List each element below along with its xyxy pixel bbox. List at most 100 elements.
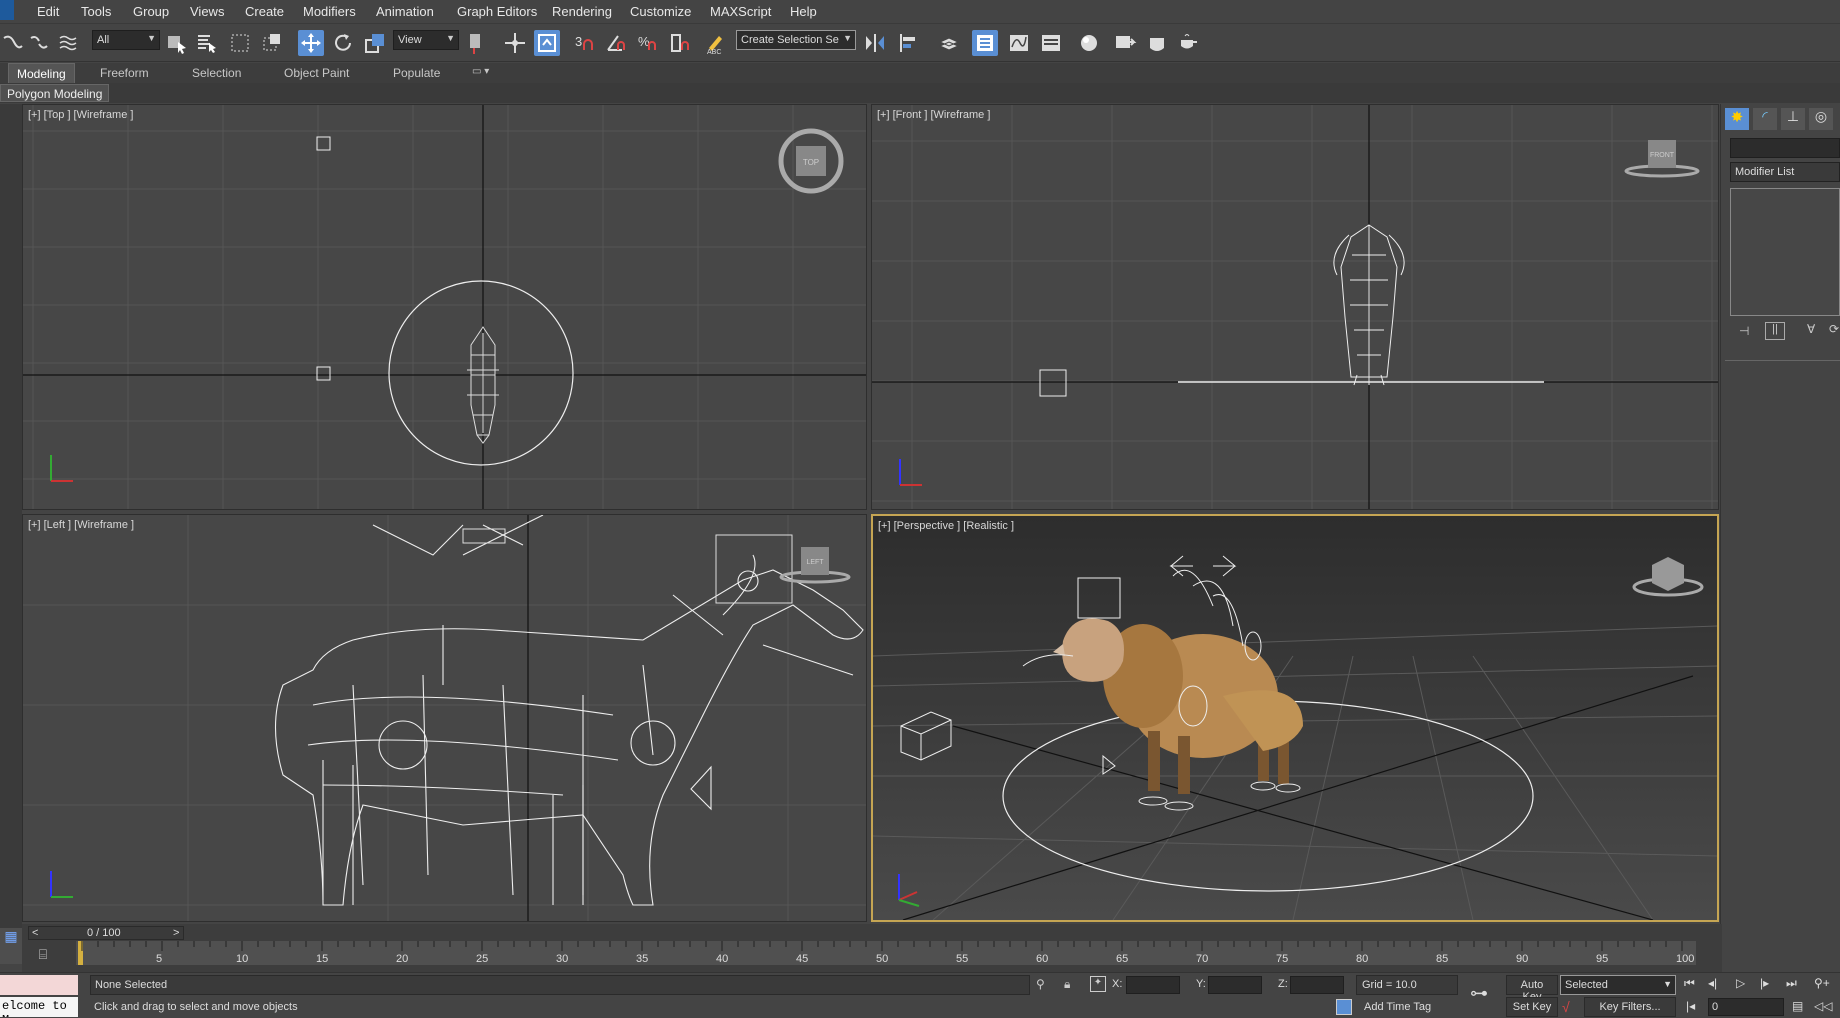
viewport-left[interactable]: LEFT [+] [Left ] [Wireframe ] xyxy=(22,514,867,922)
key-mode-dropdown[interactable]: Selected ▼ xyxy=(1560,975,1676,995)
spinner-snap-icon[interactable] xyxy=(668,30,694,56)
named-selection-sets-dropdown[interactable]: Create Selection Se ▼ xyxy=(736,30,856,50)
time-slider-next[interactable]: > xyxy=(173,927,179,939)
remove-modifier-icon[interactable]: ⟳ xyxy=(1829,322,1839,336)
rendered-frame-window-icon[interactable] xyxy=(1144,30,1170,56)
modifier-list-dropdown[interactable]: Modifier List xyxy=(1730,162,1840,182)
tab-selection[interactable]: Selection xyxy=(192,66,241,80)
set-key-button[interactable]: Set Key xyxy=(1506,997,1558,1017)
pin-stack-icon[interactable]: ⊣ xyxy=(1739,324,1749,338)
x-coordinate-field[interactable] xyxy=(1126,976,1180,994)
time-slider[interactable]: < 0 / 100 > xyxy=(28,926,184,940)
viewport-perspective[interactable]: [+] [Perspective ] [Realistic ] xyxy=(871,514,1719,922)
layer-manager-icon[interactable] xyxy=(936,30,962,56)
select-and-scale-icon[interactable] xyxy=(362,30,388,56)
modifier-stack[interactable] xyxy=(1730,188,1840,316)
viewport-label-front[interactable]: [+] [Front ] [Wireframe ] xyxy=(877,109,990,121)
align-icon[interactable] xyxy=(896,30,922,56)
set-key-mode-icon[interactable]: ⊶ xyxy=(1470,983,1488,1004)
viewport-label-top[interactable]: [+] [Top ] [Wireframe ] xyxy=(28,109,133,121)
create-tab-icon[interactable]: ✸ xyxy=(1725,108,1749,130)
key-filters-button[interactable]: Key Filters... xyxy=(1584,997,1676,1017)
auto-key-button[interactable]: Auto Key xyxy=(1506,975,1558,1003)
time-slider-prev[interactable]: < xyxy=(32,927,38,939)
bind-space-warp-icon[interactable] xyxy=(56,30,82,56)
edit-named-selection-icon[interactable]: ABC xyxy=(703,30,729,56)
pivot-center-icon[interactable] xyxy=(464,30,490,56)
tab-modeling[interactable]: Modeling xyxy=(8,63,75,83)
add-time-tag-icon[interactable] xyxy=(1336,999,1352,1015)
menu-create[interactable]: Create xyxy=(245,4,284,19)
select-and-move-icon[interactable] xyxy=(298,30,324,56)
mini-curve-editor-icon[interactable]: ⌸ xyxy=(30,946,56,968)
modify-tab-icon[interactable]: ◜ xyxy=(1753,108,1777,130)
ribbon-options-icon[interactable]: ▭ ▾ xyxy=(472,66,489,77)
menu-views[interactable]: Views xyxy=(190,4,224,19)
render-setup-icon[interactable] xyxy=(1112,30,1138,56)
object-name-field[interactable] xyxy=(1730,138,1840,158)
mirror-icon[interactable] xyxy=(862,30,888,56)
select-and-manipulate-icon[interactable] xyxy=(502,30,528,56)
menu-rendering[interactable]: Rendering xyxy=(552,4,612,19)
tab-object-paint[interactable]: Object Paint xyxy=(284,66,349,80)
reference-coordinate-dropdown[interactable]: View ▼ xyxy=(393,30,459,50)
maxscript-listener[interactable]: elcome to M xyxy=(0,997,78,1017)
curve-editor-icon[interactable] xyxy=(1006,30,1032,56)
dope-sheet-icon[interactable] xyxy=(1038,30,1064,56)
tab-populate[interactable]: Populate xyxy=(393,66,440,80)
absolute-mode-icon[interactable]: ✦ xyxy=(1090,976,1106,992)
menu-animation[interactable]: Animation xyxy=(376,4,434,19)
select-and-link-icon[interactable] xyxy=(0,30,26,56)
zoom-icon[interactable]: ⚲+ xyxy=(1814,976,1830,990)
menu-maxscript[interactable]: MAXScript xyxy=(710,4,771,19)
previous-frame-icon[interactable]: ◂| xyxy=(1708,976,1717,990)
isolate-selection-icon[interactable]: ⚲ xyxy=(1036,977,1045,991)
selection-filter-dropdown[interactable]: All ▼ xyxy=(92,30,160,50)
menu-group[interactable]: Group xyxy=(133,4,169,19)
y-coordinate-field[interactable] xyxy=(1208,976,1262,994)
scene-explorer-icon[interactable] xyxy=(972,30,998,56)
layout-tab-icon[interactable]: ▦ xyxy=(0,928,22,964)
viewport-label-perspective[interactable]: [+] [Perspective ] [Realistic ] xyxy=(878,520,1014,532)
go-to-end-icon[interactable]: ⏭ xyxy=(1786,976,1797,991)
menu-modifiers[interactable]: Modifiers xyxy=(303,4,356,19)
menu-help[interactable]: Help xyxy=(790,4,817,19)
snaps-toggle-icon[interactable]: 3 xyxy=(572,30,598,56)
keyboard-shortcut-override-icon[interactable] xyxy=(534,30,560,56)
maxscript-top[interactable] xyxy=(0,975,78,995)
menu-edit[interactable]: Edit xyxy=(37,4,59,19)
menu-graph-editors[interactable]: Graph Editors xyxy=(457,4,537,19)
key-mode-toggle-icon[interactable]: |◂ xyxy=(1686,999,1695,1013)
app-icon[interactable] xyxy=(0,0,14,20)
motion-tab-icon[interactable]: ◎ xyxy=(1809,108,1833,130)
current-frame-field[interactable]: 0 xyxy=(1708,998,1784,1016)
play-icon[interactable]: ▷ xyxy=(1736,976,1745,990)
menu-tools[interactable]: Tools xyxy=(81,4,111,19)
menu-customize[interactable]: Customize xyxy=(630,4,691,19)
angle-snap-icon[interactable] xyxy=(604,30,630,56)
next-frame-icon[interactable]: |▸ xyxy=(1760,976,1769,990)
window-crossing-icon[interactable] xyxy=(260,30,286,56)
polygon-modeling-panel[interactable]: Polygon Modeling xyxy=(0,84,110,102)
show-end-result-icon[interactable]: || xyxy=(1765,322,1785,340)
make-unique-icon[interactable]: ∀ xyxy=(1807,322,1815,336)
select-and-rotate-icon[interactable] xyxy=(330,30,356,56)
viewport-top[interactable]: TOP [+] [Top ] [Wireframe ] xyxy=(22,104,867,510)
add-time-tag[interactable]: Add Time Tag xyxy=(1364,1001,1431,1013)
viewport-label-left[interactable]: [+] [Left ] [Wireframe ] xyxy=(28,519,134,531)
hierarchy-tab-icon[interactable]: ⊥ xyxy=(1781,108,1805,130)
z-coordinate-field[interactable] xyxy=(1290,976,1344,994)
rectangular-selection-icon[interactable] xyxy=(228,30,254,56)
selection-lock-icon[interactable]: 🔒︎ xyxy=(1064,977,1070,992)
tab-freeform[interactable]: Freeform xyxy=(100,66,149,80)
go-to-start-icon[interactable]: ⏮ xyxy=(1684,976,1695,991)
viewport-front[interactable]: FRONT [+] [Front ] [Wireframe ] xyxy=(871,104,1719,510)
percent-snap-icon[interactable]: % xyxy=(636,30,662,56)
select-object-icon[interactable] xyxy=(164,30,190,56)
select-by-name-icon[interactable] xyxy=(194,30,220,56)
pan-view-icon[interactable]: ◁◁ xyxy=(1814,999,1832,1013)
render-production-icon[interactable] xyxy=(1176,30,1202,56)
unlink-icon[interactable] xyxy=(26,30,52,56)
material-editor-icon[interactable] xyxy=(1076,30,1102,56)
time-configuration-icon[interactable]: ▤ xyxy=(1792,999,1803,1013)
